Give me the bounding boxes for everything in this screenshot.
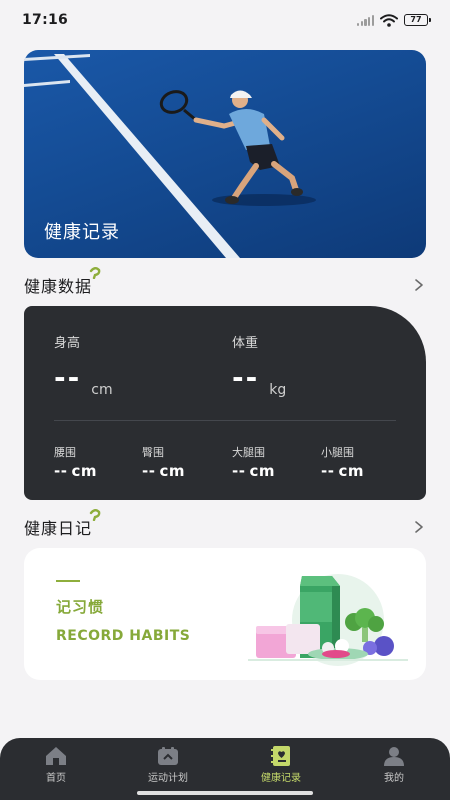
health-data-card[interactable]: 身高 -- cm 体重 -- kg 腰围 -- cm 臀围 -- cm 大腿围 --…: [24, 306, 426, 500]
thigh-value-text: --: [232, 462, 246, 480]
tab-label: 我的: [384, 773, 404, 784]
calf-unit: cm: [338, 462, 364, 480]
health-diary-title: 健康日记: [24, 509, 101, 539]
health-data-title-text: 健康数据: [24, 277, 93, 296]
tab-label: 首页: [46, 773, 66, 784]
habit-title-cn: 记习惯: [56, 598, 105, 616]
home-icon: [46, 747, 66, 765]
chevron-right-icon[interactable]: [412, 278, 426, 292]
accent-line: [56, 580, 80, 582]
calf-value: -- cm: [321, 462, 364, 480]
tab-home[interactable]: 首页: [16, 746, 96, 784]
profile-icon: [384, 747, 404, 766]
tab-exercise-plan[interactable]: 运动计划: [128, 746, 208, 784]
height-value: --: [54, 361, 82, 394]
tab-health-record[interactable]: 健康记录: [241, 746, 321, 784]
hip-value: -- cm: [142, 462, 185, 480]
weight-value: --: [232, 361, 260, 394]
weight-label: 体重: [232, 336, 259, 351]
waist-label: 腰围: [54, 446, 76, 459]
height-metric: -- cm: [54, 361, 113, 399]
height-unit: cm: [91, 382, 113, 398]
waist-value: -- cm: [54, 462, 97, 480]
status-icons: 77: [357, 13, 431, 27]
chevron-right-icon[interactable]: [412, 520, 426, 534]
tab-profile[interactable]: 我的: [354, 746, 434, 784]
hero-banner[interactable]: 健康记录: [24, 50, 426, 258]
leaf-mark-icon: [89, 509, 101, 521]
status-time: 17:16: [22, 12, 69, 28]
status-bar: 17:16 77: [0, 0, 450, 40]
exercise-plan-icon: [158, 747, 178, 765]
health-diary-header[interactable]: 健康日记: [24, 509, 426, 540]
home-indicator[interactable]: [137, 791, 313, 795]
wifi-icon: [380, 13, 398, 27]
battery-icon: 77: [404, 14, 431, 26]
waist-value-text: --: [54, 462, 68, 480]
battery-level: 77: [410, 15, 422, 24]
hero-title: 健康记录: [44, 222, 120, 243]
height-label: 身高: [54, 336, 81, 351]
health-diary-title-text: 健康日记: [24, 519, 93, 538]
tab-label: 运动计划: [148, 773, 188, 784]
signal-icon: [357, 14, 374, 26]
leaf-mark-icon: [89, 267, 101, 279]
healthy-food-illustration: [248, 574, 408, 666]
calf-label: 小腿围: [321, 446, 354, 459]
hip-unit: cm: [159, 462, 185, 480]
hip-value-text: --: [142, 462, 156, 480]
waist-unit: cm: [71, 462, 97, 480]
divider: [54, 420, 396, 421]
thigh-unit: cm: [249, 462, 275, 480]
weight-metric: -- kg: [232, 361, 286, 399]
record-habits-card[interactable]: 记习惯 RECORD HABITS: [24, 548, 426, 680]
habit-title-en: RECORD HABITS: [56, 628, 191, 644]
health-data-header[interactable]: 健康数据: [24, 267, 426, 298]
calf-value-text: --: [321, 462, 335, 480]
hip-label: 臀围: [142, 446, 164, 459]
thigh-label: 大腿围: [232, 446, 265, 459]
health-data-title: 健康数据: [24, 267, 101, 297]
health-record-icon: [271, 746, 290, 766]
tab-label: 健康记录: [261, 773, 301, 784]
thigh-value: -- cm: [232, 462, 275, 480]
weight-unit: kg: [269, 382, 287, 398]
